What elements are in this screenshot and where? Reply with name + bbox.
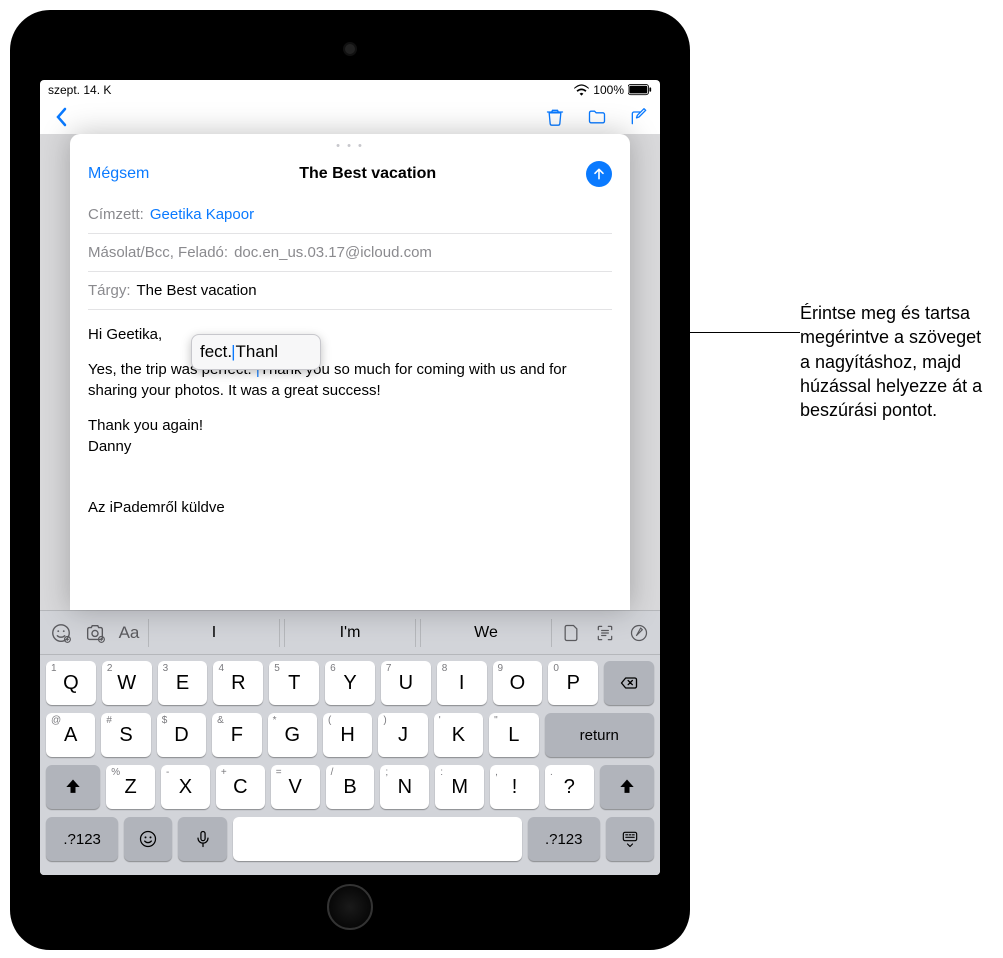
move-folder-icon[interactable]: [586, 106, 608, 128]
key-h[interactable]: (H: [323, 713, 372, 757]
email-body[interactable]: fect. |Thanl Hi Geetika, Yes, the trip w…: [88, 310, 612, 518]
key-y[interactable]: 6Y: [325, 661, 375, 705]
space-key[interactable]: [233, 817, 522, 861]
loupe-text-post: Thanl: [236, 340, 279, 364]
markup-icon[interactable]: [624, 618, 654, 648]
home-button[interactable]: [327, 884, 373, 930]
emoji-sticker-icon[interactable]: [46, 618, 76, 648]
key-a[interactable]: @A: [46, 713, 95, 757]
numbers-key-right[interactable]: .?123: [528, 817, 600, 861]
callout-leader-line: [660, 332, 800, 333]
body-closing-block: Thank you again! Danny: [88, 415, 612, 457]
key-x[interactable]: -X: [161, 765, 210, 809]
compose-title: The Best vacation: [299, 165, 436, 183]
camera-icon[interactable]: [80, 618, 110, 648]
document-attach-icon[interactable]: [556, 618, 586, 648]
to-field[interactable]: Címzett: Geetika Kapoor: [88, 196, 612, 234]
key-z[interactable]: %Z: [106, 765, 155, 809]
sheet-grabber-icon[interactable]: • • •: [336, 140, 364, 152]
cancel-button[interactable]: Mégsem: [88, 165, 149, 183]
status-bar: szept. 14. K 100%: [40, 80, 660, 100]
scan-text-icon[interactable]: [590, 618, 620, 648]
key-j[interactable]: )J: [378, 713, 427, 757]
key-row-2: @A#S$D&F*G(H)J'K"L return: [46, 713, 654, 757]
shift-key-right[interactable]: [600, 765, 654, 809]
text-format-icon[interactable]: Aa: [114, 618, 144, 648]
loupe-text-pre: fect.: [200, 340, 232, 364]
keyboard-suggestion-bar: Aa I I'm We: [40, 611, 660, 655]
key-s[interactable]: #S: [101, 713, 150, 757]
trash-icon[interactable]: [544, 106, 566, 128]
suggestion-1[interactable]: I: [148, 619, 280, 647]
subject-label: Tárgy:: [88, 282, 131, 299]
mail-background-toolbar: [40, 100, 660, 134]
key-l[interactable]: "L: [489, 713, 538, 757]
key-c[interactable]: +C: [216, 765, 265, 809]
text-magnifier-loupe: fect. |Thanl: [191, 334, 321, 370]
dismiss-keyboard-key[interactable]: [606, 817, 654, 861]
status-time: szept. 14. K: [48, 83, 111, 97]
cc-bcc-from-field[interactable]: Másolat/Bcc, Feladó: doc.en_us.03.17@icl…: [88, 234, 612, 272]
suggestion-2[interactable]: I'm: [284, 619, 416, 647]
key-t[interactable]: 5T: [269, 661, 319, 705]
key-![interactable]: ,!: [490, 765, 539, 809]
front-camera: [345, 44, 355, 54]
wifi-icon: [574, 84, 589, 96]
signature: Az iPademről küldve: [88, 497, 612, 518]
key-b[interactable]: /B: [326, 765, 375, 809]
key-v[interactable]: =V: [271, 765, 320, 809]
key-q[interactable]: 1Q: [46, 661, 96, 705]
shift-key[interactable]: [46, 765, 100, 809]
suggestion-3[interactable]: We: [420, 619, 552, 647]
dictation-key[interactable]: [178, 817, 226, 861]
key-row-4: .?123 .?123: [46, 817, 654, 861]
key-u[interactable]: 7U: [381, 661, 431, 705]
key-g[interactable]: *G: [268, 713, 317, 757]
body-main: Yes, the trip was perfect. |Thank you so…: [88, 359, 612, 401]
cc-label: Másolat/Bcc, Feladó:: [88, 244, 228, 261]
key-w[interactable]: 2W: [102, 661, 152, 705]
subject-field[interactable]: Tárgy: The Best vacation: [88, 272, 612, 310]
compose-sheet: • • • Mégsem The Best vacation Címzett: …: [70, 134, 630, 610]
key-i[interactable]: 8I: [437, 661, 487, 705]
numbers-key[interactable]: .?123: [46, 817, 118, 861]
key-d[interactable]: $D: [157, 713, 206, 757]
key-o[interactable]: 9O: [493, 661, 543, 705]
screen: szept. 14. K 100%: [40, 80, 660, 875]
onscreen-keyboard: Aa I I'm We 1Q2W3E4R5T6Y7U8I9O0P @A#S$D&…: [40, 610, 660, 875]
back-chevron-icon[interactable]: [50, 106, 72, 128]
key-e[interactable]: 3E: [158, 661, 208, 705]
key-r[interactable]: 4R: [213, 661, 263, 705]
to-label: Címzett:: [88, 206, 144, 223]
send-button[interactable]: [586, 161, 612, 187]
key-m[interactable]: :M: [435, 765, 484, 809]
key-row-1: 1Q2W3E4R5T6Y7U8I9O0P: [46, 661, 654, 705]
backspace-key[interactable]: [604, 661, 654, 705]
key-row-3: %Z-X+C=V/B;N:M,!.?: [46, 765, 654, 809]
ipad-device-frame: szept. 14. K 100%: [10, 10, 690, 950]
key-n[interactable]: ;N: [380, 765, 429, 809]
emoji-key[interactable]: [124, 817, 172, 861]
key-?[interactable]: .?: [545, 765, 594, 809]
body-greeting: Hi Geetika,: [88, 324, 612, 345]
battery-percent: 100%: [593, 83, 624, 97]
key-k[interactable]: 'K: [434, 713, 483, 757]
key-f[interactable]: &F: [212, 713, 261, 757]
key-p[interactable]: 0P: [548, 661, 598, 705]
return-key[interactable]: return: [545, 713, 654, 757]
callout-text: Érintse meg és tartsa megérintve a szöve…: [800, 301, 995, 422]
compose-new-icon[interactable]: [628, 106, 650, 128]
to-value[interactable]: Geetika Kapoor: [150, 206, 254, 223]
subject-value: The Best vacation: [137, 282, 257, 299]
from-value: doc.en_us.03.17@icloud.com: [234, 244, 432, 261]
battery-icon: [628, 84, 652, 96]
